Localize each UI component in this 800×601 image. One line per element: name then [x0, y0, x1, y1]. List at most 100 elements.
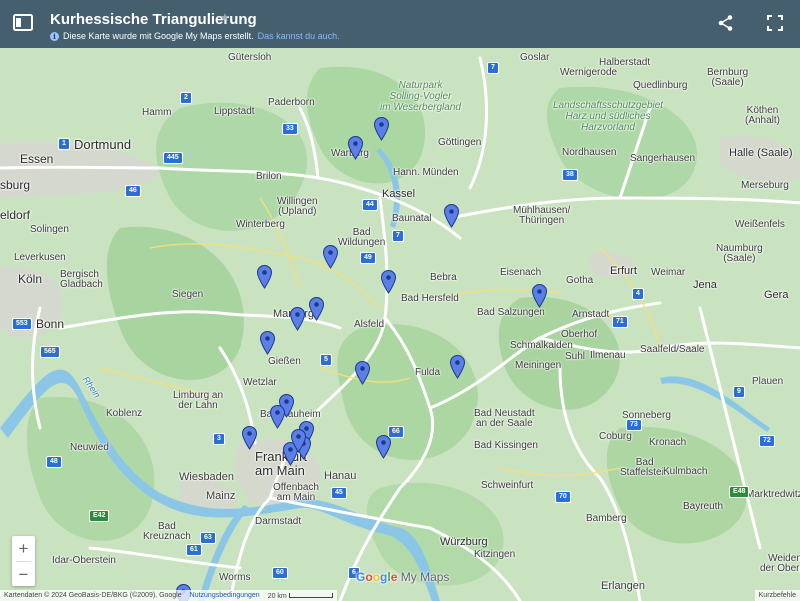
share-button[interactable] [717, 14, 735, 32]
label-oberhof: Oberhof [561, 329, 598, 340]
label-neuwied: Neuwied [70, 442, 109, 453]
map-subtitle: i Diese Karte wurde mit Google My Maps e… [50, 31, 340, 41]
label-bad-wildungen: Bad Wildungen [338, 227, 386, 248]
label-solingen: Solingen [30, 224, 69, 235]
zoom-out-button[interactable]: − [12, 562, 35, 587]
map-marker[interactable] [323, 245, 338, 269]
label-bad-kreuznach: Bad Kreuznach [143, 521, 191, 542]
road-shield: 61 [186, 544, 202, 556]
label-quedlinburg: Quedlinburg [633, 80, 688, 91]
label-offenbach: Offenbach am Main [273, 482, 319, 503]
info-icon: i [50, 31, 59, 41]
label-meiningen: Meiningen [515, 360, 562, 371]
road-shield: 9 [733, 386, 745, 398]
label-baunatal: Baunatal [392, 213, 432, 224]
road-shield: 2 [180, 92, 192, 104]
map-marker[interactable] [348, 136, 363, 160]
label-eldorf: eldorf [0, 208, 31, 222]
label-wernigerode: Wernigerode [560, 67, 618, 78]
map-marker[interactable] [290, 307, 305, 331]
label-arnstadt: Arnstadt [572, 309, 610, 320]
google-my-maps-logo: Google My Maps [356, 570, 449, 584]
label-jena: Jena [693, 279, 717, 291]
label-kitzingen: Kitzingen [474, 549, 516, 560]
road-shield: 445 [163, 152, 183, 164]
create-map-link[interactable]: Das kannst du auch. [258, 31, 340, 41]
zoom-control: + − [12, 536, 35, 586]
label-brilon: Brilon [256, 171, 282, 182]
star-icon[interactable]: ★ [220, 11, 230, 24]
label-koblenz: Koblenz [106, 408, 143, 419]
sidebar-toggle-button[interactable] [12, 13, 36, 33]
label-worms: Worms [219, 572, 251, 583]
map-data-credit: Kartendaten © 2024 GeoBasis-DE/BKG (©200… [4, 592, 182, 599]
road-shield: 63 [200, 532, 216, 544]
label-saalfeld: Saalfeld/Saale [640, 344, 705, 355]
road-shield: 7 [392, 230, 404, 242]
label-bad-kissingen: Bad Kissingen [474, 440, 538, 451]
google-wordmark: Google [356, 570, 398, 584]
road-shield: 49 [360, 252, 376, 264]
zoom-in-button[interactable]: + [12, 536, 35, 561]
road-shield: 5 [320, 354, 332, 366]
map-terrain [0, 48, 800, 601]
label-park-solling: Naturpark Solling-Vogler im Weserberglan… [380, 80, 461, 113]
label-alsfeld: Alsfeld [354, 319, 385, 330]
my-maps-wordmark: My Maps [400, 570, 450, 584]
label-burg: sburg [0, 178, 31, 192]
scale-bar [288, 593, 333, 598]
label-bad-hersfeld: Bad Hersfeld [401, 293, 459, 304]
label-bernburg: Bernburg (Saale) [707, 67, 749, 88]
label-bayreuth: Bayreuth [683, 501, 724, 512]
road-shield: 565 [40, 346, 60, 358]
map-marker[interactable] [242, 426, 257, 450]
title-bar: Kurhessische Triangulierung ★ i Diese Ka… [0, 0, 800, 48]
label-bad-neustadt: Bad Neustadt an der Saale [474, 408, 535, 429]
label-koeln: Köln [18, 272, 43, 286]
map-marker[interactable] [260, 331, 275, 355]
map-marker[interactable] [257, 265, 272, 289]
euro-road-shield: E42 [89, 510, 110, 522]
label-giessen: Gießen [268, 356, 301, 367]
terms-link[interactable]: Nutzungsbedingungen [190, 590, 260, 601]
road-shield: 71 [612, 316, 628, 328]
road-shield: 72 [759, 435, 775, 447]
map-canvas[interactable]: Gütersloh Hamm Lippstadt Paderborn Dortm… [0, 48, 800, 601]
label-hamm: Hamm [142, 107, 172, 118]
label-winterberg: Winterberg [236, 219, 285, 230]
road-shield: 33 [282, 123, 298, 135]
label-kronach: Kronach [649, 437, 687, 448]
map-marker[interactable] [381, 270, 396, 294]
label-bad-staffelstein: Bad Staffelstein [620, 457, 670, 478]
map-marker[interactable] [376, 435, 391, 459]
label-suhl: Suhl [565, 351, 586, 362]
road-shield: 3 [213, 433, 225, 445]
fullscreen-button[interactable] [766, 14, 784, 32]
label-kulmbach: Kulmbach [663, 466, 708, 477]
map-footer: Kartendaten © 2024 GeoBasis-DE/BKG (©200… [0, 590, 800, 601]
label-weissenfels: Weißenfels [735, 219, 785, 230]
map-marker[interactable] [374, 117, 389, 141]
label-leverkusen: Leverkusen [14, 252, 66, 263]
scale-label: 20 km [267, 593, 287, 600]
keyboard-shortcuts-button[interactable]: Kurzbefehle [754, 590, 800, 601]
label-nordhausen: Nordhausen [562, 147, 617, 158]
euro-road-shield: E48 [729, 486, 750, 498]
label-halle: Halle (Saale) [729, 147, 793, 159]
label-kassel: Kassel [382, 188, 416, 200]
map-marker[interactable] [532, 284, 547, 308]
label-schmalkalden: Schmalkalden [510, 340, 573, 351]
map-marker[interactable] [270, 405, 285, 429]
map-marker[interactable] [355, 361, 370, 385]
label-wuerzburg: Würzburg [440, 536, 488, 548]
map-marker[interactable] [291, 429, 306, 453]
attribution: Kartendaten © 2024 GeoBasis-DE/BKG (©200… [0, 590, 337, 601]
map-marker[interactable] [444, 204, 459, 228]
scale-indicator[interactable]: 20 km [268, 590, 333, 601]
map-marker[interactable] [309, 297, 324, 321]
label-naumburg: Naumburg (Saale) [716, 243, 763, 264]
label-bonn: Bonn [36, 317, 65, 331]
road-shield: 1 [58, 138, 70, 150]
road-shield: 38 [562, 169, 578, 181]
map-marker[interactable] [450, 355, 465, 379]
